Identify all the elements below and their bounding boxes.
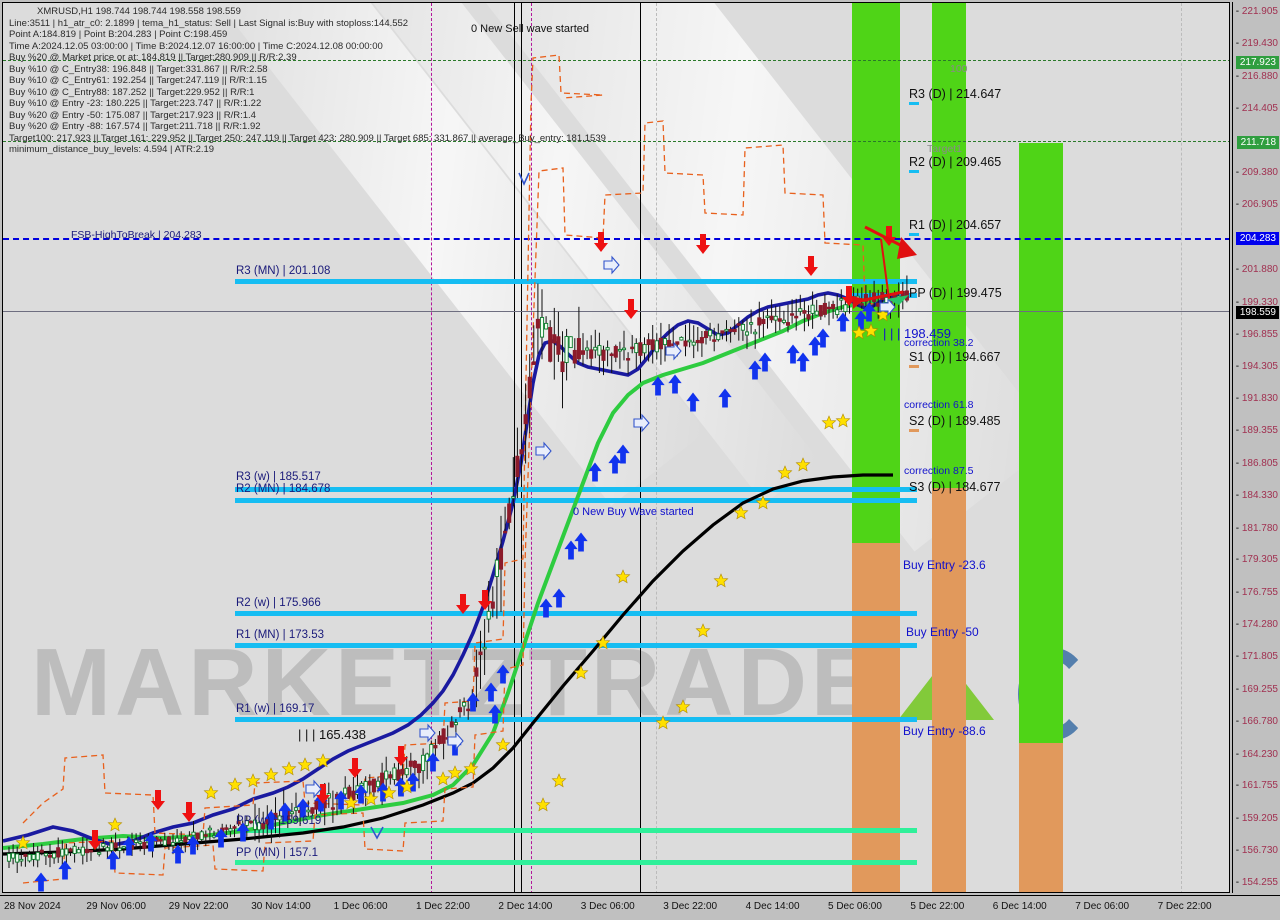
price-axis-tick-219-430: - 219.430 (1235, 37, 1278, 49)
price-axis-tick-159-205: - 159.205 (1235, 813, 1278, 825)
time-axis-tick-0: 28 Nov 2024 (4, 901, 61, 912)
price-axis-badge-204-283: 204.283 (1235, 231, 1279, 245)
right-label-s1-d: S1 (D) | 194.667 (909, 350, 1001, 364)
level-label-r2-w: R2 (w) | 175.966 (236, 597, 321, 609)
trading-chart-window: MARKETZTRADE 0 New Sell wave started 0 N… (0, 0, 1280, 920)
price-axis-tick-191-830: - 191.830 (1235, 393, 1278, 405)
price-axis-tick-161-755: - 161.755 (1235, 780, 1278, 792)
price-axis-tick-194-305: - 194.305 (1235, 361, 1278, 373)
time-axis-tick-10: 5 Dec 06:00 (828, 901, 882, 912)
price-axis-badge-211-718: 211.718 (1236, 136, 1279, 150)
price-axis-badge-198-559: 198.559 (1235, 305, 1279, 319)
time-axis-tick-5: 1 Dec 22:00 (416, 901, 470, 912)
price-axis-tick-166-780: - 166.780 (1235, 715, 1278, 727)
tick-line-s1-d (909, 365, 919, 368)
time-axis-tick-3: 30 Nov 14:00 (251, 901, 311, 912)
right-label-s2-d: S2 (D) | 189.485 (909, 414, 1001, 428)
right-label-correction-382: correction 38.2 (904, 337, 974, 349)
info-line-5: Buy %10 @ C_Entry61: 192.254 || Target:2… (9, 75, 267, 86)
price-axis-tick-181-780: - 181.780 (1235, 522, 1278, 534)
time-axis-tick-8: 3 Dec 22:00 (663, 901, 718, 912)
price-axis-tick-221-905: - 221.905 (1235, 6, 1278, 17)
info-line-1: Point A:184.819 | Point B:204.283 | Poin… (9, 29, 228, 40)
price-axis-tick-169-255: - 169.255 (1235, 683, 1278, 695)
price-axis-tick-171-805: - 171.805 (1235, 651, 1278, 663)
time-axis-tick-14: 7 Dec 22:00 (1157, 901, 1212, 912)
time-axis-tick-2: 29 Nov 22:00 (168, 901, 229, 912)
price-axis-tick-156-730: - 156.730 (1235, 845, 1278, 857)
price-axis-tick-184-330: - 184.330 (1235, 489, 1278, 501)
right-label-buy-entry-886: Buy Entry -88.6 (903, 724, 986, 738)
level-label-r3-w: R3 (w) | 185.517 (236, 471, 321, 483)
right-label-r2-d: R2 (D) | 209.465 (909, 155, 1002, 169)
time-axis-tick-9: 4 Dec 14:00 (745, 901, 800, 912)
price-axis-badge-217-923: 217.923 (1235, 56, 1279, 70)
price-axis-tick-206-905: - 206.905 (1235, 199, 1278, 211)
info-line-0: Line:3511 | h1_atr_c0: 2.1899 | tema_h1_… (9, 17, 409, 29)
tick-line-s2-d (909, 429, 919, 432)
tick-line-r3-d (909, 102, 919, 105)
info-line-8: Buy %20 @ Entry -50: 175.087 || Target:2… (9, 109, 256, 121)
time-axis-tick-12: 6 Dec 14:00 (992, 901, 1047, 912)
tick-line-r1-d (909, 233, 919, 236)
right-label-correction-875: correction 87.5 (904, 465, 974, 477)
price-axis-tick-174-280: - 174.280 (1235, 619, 1278, 631)
annotation-swing-low: | | | 165.438 (298, 727, 366, 742)
level-label-r1-w: R1 (w) | 169.17 (236, 703, 315, 715)
price-axis-tick-196-855: - 196.855 (1235, 328, 1278, 340)
time-axis-tick-4: 1 Dec 06:00 (333, 901, 388, 912)
price-axis[interactable]: - 221.905 - 219.430 217.923- 216.880 - 214.… (1232, 2, 1280, 893)
level-label-fsb-hightobreak: FSB-HighToBreak | 204.283 (71, 229, 202, 241)
time-axis-tick-6: 2 Dec 14:00 (498, 901, 553, 912)
right-label-r3-d: R3 (D) | 214.647 (909, 87, 1002, 101)
tick-line-r2-d (909, 170, 919, 173)
info-line-6: Buy %10 @ C_Entry88: 187.252 || Target:2… (9, 86, 255, 98)
level-label-r1-mn: R1 (MN) | 173.53 (236, 629, 324, 641)
price-axis-tick-179-305: - 179.305 (1235, 554, 1278, 566)
info-panel: XMRUSD,H1 198.744 198.744 198.558 198.55… (9, 6, 606, 156)
price-axis-tick-216-880: - 216.880 (1235, 70, 1278, 82)
price-axis-tick-164-230: - 164.230 (1235, 748, 1278, 760)
price-axis-tick-214-405: - 214.405 (1235, 102, 1278, 114)
level-label-r2-mn: R2 (MN) | 184.678 (236, 483, 331, 495)
info-line-2: Time A:2024.12.05 03:00:00 | Time B:2024… (9, 40, 383, 52)
right-label-target1: Target1 (927, 143, 963, 155)
level-label-r3-mn: R3 (MN) | 201.108 (236, 265, 331, 277)
right-label-correction-618: correction 61.8 (904, 399, 974, 411)
time-axis-tick-1: 29 Nov 06:00 (86, 901, 146, 912)
right-label-target100: 100 (950, 63, 968, 75)
info-line-7: Buy %10 @ Entry -23: 180.225 || Target:2… (9, 98, 262, 109)
price-axis-tick-176-755: - 176.755 (1235, 587, 1278, 599)
right-label-buy-entry-236: Buy Entry -23.6 (903, 558, 986, 572)
right-label-s3-d: S3 (D) | 184.677 (909, 480, 1001, 494)
info-line-3: Buy %20 @ Market price or at: 184.819 ||… (9, 52, 297, 63)
info-symbol-line: XMRUSD,H1 198.744 198.744 198.558 198.55… (37, 6, 241, 17)
right-label-pp-d: PP (D) | 199.475 (909, 286, 1002, 300)
info-line-11: minimum_distance_buy_levels: 4.594 | ATR… (9, 144, 215, 155)
right-label-r1-d: R1 (D) | 204.657 (909, 218, 1002, 232)
right-label-buy-entry-50: Buy Entry -50 (906, 625, 979, 639)
price-axis-tick-189-355: - 189.355 (1235, 425, 1278, 437)
price-axis-tick-201-880: - 201.880 (1235, 263, 1278, 275)
info-line-4: Buy %10 @ C_Entry38: 196.848 || Target:3… (9, 63, 268, 75)
level-label-pp-w: PP (w) | 159.619 (236, 815, 322, 827)
chart-plot-area[interactable]: MARKETZTRADE 0 New Sell wave started 0 N… (2, 2, 1230, 893)
level-label-pp-mn: PP (MN) | 157.1 (236, 847, 319, 859)
time-axis-tick-13: 7 Dec 06:00 (1075, 901, 1130, 912)
annotation-buy-wave: 0 New Buy Wave started (573, 506, 694, 518)
time-axis-tick-7: 3 Dec 06:00 (580, 901, 635, 912)
price-axis-tick-154-255: - 154.255 (1235, 877, 1278, 888)
price-axis-tick-209-380: - 209.380 (1235, 167, 1278, 179)
price-axis-tick-186-805: - 186.805 (1235, 457, 1278, 469)
time-axis[interactable]: 28 Nov 2024 29 Nov 06:00 29 Nov 22:00 30 No… (0, 895, 1280, 920)
info-line-10: Target100: 217.923 || Target 161: 229.95… (9, 132, 606, 144)
info-line-9: Buy %20 @ Entry -88: 167.574 || Target:2… (9, 121, 261, 132)
time-axis-tick-11: 5 Dec 22:00 (910, 901, 965, 912)
